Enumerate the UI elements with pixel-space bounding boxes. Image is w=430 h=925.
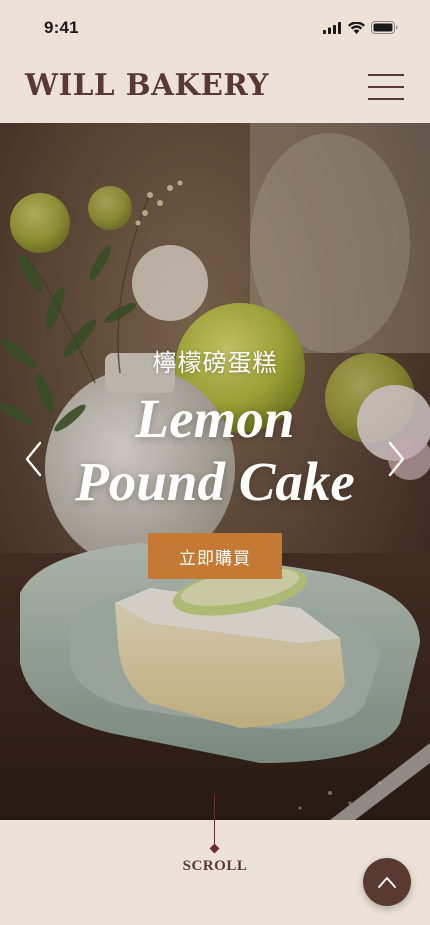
hamburger-menu-icon[interactable]: [368, 72, 404, 102]
wifi-icon: [348, 21, 365, 34]
menu-line: [368, 86, 404, 88]
cellular-signal-icon: [323, 21, 341, 34]
brand-logo[interactable]: WILL BAKERY: [25, 68, 269, 103]
hero-title-line: Pound Cake: [75, 451, 355, 512]
chevron-left-icon[interactable]: [22, 439, 46, 479]
battery-icon: [371, 21, 398, 34]
back-to-top-button[interactable]: [363, 858, 411, 906]
hero-title: Lemon Pound Cake: [0, 387, 430, 513]
status-bar: 9:41: [0, 0, 430, 56]
scroll-indicator-dot: [209, 843, 220, 854]
chevron-up-icon: [378, 877, 396, 888]
hero-banner: 檸檬磅蛋糕 Lemon Pound Cake 立即購買: [0, 123, 430, 820]
menu-line: [368, 74, 404, 76]
buy-now-button[interactable]: 立即購買: [148, 533, 282, 579]
status-time: 9:41: [44, 18, 79, 37]
site-header: WILL BAKERY: [0, 56, 430, 123]
status-icons: [323, 21, 398, 34]
scroll-indicator-line: [214, 795, 215, 847]
chevron-right-icon[interactable]: [384, 439, 408, 479]
hero-subtitle: 檸檬磅蛋糕: [152, 349, 278, 377]
menu-line: [368, 98, 404, 100]
hero-title-line: Lemon: [135, 388, 295, 449]
